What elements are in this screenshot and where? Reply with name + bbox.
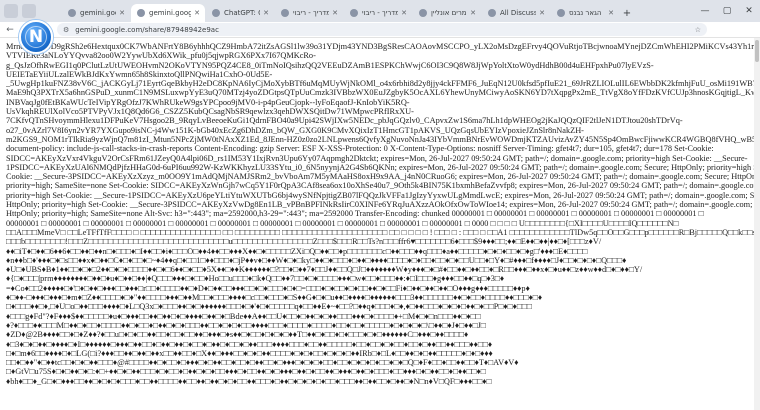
text-line: document-policy: include-js-call-stacks-…: [6, 144, 714, 154]
minimize-button[interactable]: —: [694, 0, 716, 22]
browser-tab[interactable]: הגאר נבנס ✕: [551, 4, 619, 22]
tab-title: הגאר נבנס: [569, 9, 602, 17]
browser-tab[interactable]: All Discussio✕: [482, 4, 550, 22]
text-line: ♦{□♦□□□|prm♦♦♦♦♦♦♦♦□♦♦□♦u♦□♦♦□♦♦|♦Q□□□♦♦…: [6, 274, 505, 284]
tab-close-icon[interactable]: ✕: [263, 9, 269, 17]
tab-title: מדריך - ריבוי: [362, 9, 399, 17]
browser-tab[interactable]: מהמרים אונליין✕: [413, 4, 481, 22]
tab-favicon-icon: [419, 9, 427, 17]
tab-title: ChatGPT: Ch: [224, 9, 260, 17]
close-window-button[interactable]: ✕: [738, 0, 760, 22]
profile-icon[interactable]: [4, 4, 18, 18]
tab-favicon-icon: [557, 9, 565, 17]
tab-favicon-icon: [350, 9, 358, 17]
text-line: 7CKfvQTnSHvoymmHlexu1DFPuKeV7Hsgoo2B_9Rq…: [6, 116, 683, 126]
text-line: ♦U□♦UBS♦B♦1♦♦□□♦□♦□2♦♦□♦□♦□□□□♦♦□♦□6♦♦□♦…: [6, 265, 643, 275]
browser-tab[interactable]: מדריך - ריבוי ✕: [344, 4, 412, 22]
text-line: HttpOnly; priority=high; SameSite=none A…: [6, 209, 704, 219]
new-tab-button[interactable]: +: [620, 4, 634, 22]
tab-title: מהמרים אונליין: [431, 9, 467, 17]
text-line: ♦ZD♦@2B♦♦♦♦□□♦□♦Z♦♦?♦□□u□♦□♦□□♦♦□□♦□□♦□□…: [6, 330, 469, 340]
text-line: m2KGS9_NOM1rTIkRia9yzWjnQ7m81zI_Mtun5NPc…: [6, 134, 754, 144]
text-line: ♦?♦□□□♦♦□□□M□♦♦□♦□□♦□□□□♦♦□♦□□♦□♦♦□♦□♦□□…: [6, 320, 486, 330]
raw-response-text: Mrndz86K74D9gRSh2e6Hextqux0CK7WbANFrtY8B…: [6, 42, 754, 404]
text-line: =♦Co♦□□2♦♦♦♦♦□♦'□♦□♦♦□♦♦♦□□♦♦♦□r□□♦□□□□♦…: [6, 283, 530, 293]
text-line: ♦□♦♦-□♦♦♦□♦♦♦□♦m♦□Z♦♦□□□□♦□♦"♦♦□□□□♦♦♦□♦…: [6, 293, 543, 303]
browser-tab[interactable]: gemini.googl✕: [131, 4, 205, 22]
text-line: ♦n♦♦b□♦'♦♦♦□♦□s□□♦♦x♦□♦♦□C♦□♦□□♦□~♦4♦♦q□…: [6, 255, 627, 265]
tab-favicon-icon: [212, 9, 220, 17]
tab-favicon-icon: [68, 9, 76, 17]
address-bar[interactable]: ⚙ gemini.google.com/share/87948942e9ac ☆: [57, 23, 707, 36]
text-line: □♦□□□♦♦□♦,□♦U□o□♦♦□□□♦♦♦♦□♦L□Q3x□♦□□□♦♦□…: [6, 302, 532, 312]
tab-list: gemini.googl✕gemini.googl✕ChatGPT: Ch✕מד…: [62, 0, 620, 22]
text-line: Cookie: __Secure-3PSIDCC=AKEyXzXzyz_m0OO…: [6, 172, 754, 182]
tab-title: מדריך - ריבוי: [293, 9, 330, 17]
tab-favicon-icon: [137, 9, 145, 17]
tab-title: All Discussio: [500, 9, 537, 17]
text-line: _5UwgHp1kuFNZ38vV6C_jACKGyLj71EyrtGqeBkb…: [6, 79, 754, 89]
text-line: □♦GtV□u75S♦□♦□♦♦□♦□:♦□+♦♦□♦□♦♦□□□♦□♦□□♦□…: [6, 367, 486, 377]
tab-close-icon[interactable]: ✕: [119, 9, 125, 17]
tab-close-icon[interactable]: ✕: [194, 9, 200, 17]
text-line: HttpOnly; priority=high Set-Cookie: __Se…: [6, 200, 754, 210]
site-info-icon[interactable]: ⚙: [63, 26, 69, 34]
text-line: UsVkqhREUlXolVco5PTVPyVJx1Q8Qd6G6_CSZZ5K…: [6, 107, 414, 117]
text-line: ♦□□□g♦Fd"?♦F♦♦♦$♦♦□□□□□♦u♦□♦♦♦□□♦♦□♦♦□♦□…: [6, 311, 481, 321]
app-logo: N: [19, 20, 53, 54]
tab-close-icon[interactable]: ✕: [539, 9, 545, 17]
text-line: □□A□□□MmeV□ □□LeTFfTfF□□□□ □ □□□□□□□□□□□…: [6, 227, 754, 237]
text-line: o27_0vAZrl7V8I6yn2vYR7YXGupo9isNC-j4Ww15…: [6, 125, 584, 135]
text-line: ♦bh♦□□♦_G□♦□♦♦♦□□♦♦□♦□♦□♦□□□♦□□♦♦□□□□♦♦□…: [6, 376, 492, 386]
browser-tab[interactable]: ChatGPT: Ch✕: [206, 4, 274, 22]
tab-close-icon[interactable]: ✕: [470, 9, 476, 17]
text-line: priority=high; SameSite=none Set-Cookie:…: [6, 181, 754, 191]
tab-favicon-icon: [488, 9, 496, 17]
tab-favicon-icon: [281, 9, 289, 17]
tab-strip-lead: [0, 0, 62, 22]
address-toolbar: ← → ↻ ⚙ gemini.google.com/share/87948942…: [0, 22, 760, 38]
text-line: SIDCC=AKEyXzVxr4VkguV2OrCsFRm61JZeyQ0A4l…: [6, 153, 748, 163]
text-line: 00000001 □ 00000001 □ 00000001 □ 0000000…: [6, 218, 679, 228]
back-button[interactable]: ←: [3, 23, 17, 37]
text-line: UEIETaEYiiULzalEWkBJdKxYwmn65h8SkinxtoQl…: [6, 69, 273, 79]
text-line: VTVIERe3aNLoYYQvva82oo0W2YywUbXd6XWik_pf…: [6, 51, 316, 61]
maximize-button[interactable]: ▢: [716, 0, 738, 22]
text-line: ♦♦□iT♦□♦♦□6♦♦6♦□□♦♦□♦♦n□♦□□□♦□I♦♦□□♦i♦□□…: [6, 246, 588, 256]
text-line: g_QsJzOfhRwEGI1q0PClutLzUtUWEOHvmN2OKoVT…: [6, 60, 654, 70]
window-controls: — ▢ ✕: [694, 0, 760, 22]
text-line: priority=high Set-Cookie: __Secure-1PSID…: [6, 190, 754, 200]
tab-strip: gemini.googl✕gemini.googl✕ChatGPT: Ch✕מד…: [0, 0, 760, 22]
text-line: ♦□3♦□♦□♦♦□♦♦♦♦□♦I□♦♦♦♦♦♦□♦♦♦□♦♦□□♦□♦♦□♦♦…: [6, 339, 493, 349]
text-line: □□♦□♦♦"♦□♦♦tc□□♦□♦□♦♦□□□♦@#□□□□♦♦□♦□□♦□♦…: [6, 358, 519, 368]
text-line: INBVaqJg0fEtBKaWUcTeIVipYRgOfzJ7KWhRUkeW…: [6, 97, 410, 107]
browser-tab[interactable]: מדריך - ריבוי ✕: [275, 4, 343, 22]
text-line: □□□b□□□□□□□□!□□□Z□□□□□□□□□□□□□□□□□□□□□□□…: [6, 237, 602, 247]
tab-close-icon[interactable]: ✕: [401, 9, 407, 17]
bookmark-star-icon[interactable]: ☆: [695, 26, 701, 34]
text-line: Mrndz86K74D9gRSh2e6Hextqux0CK7WbANFrtY8B…: [6, 42, 754, 51]
scrollbar-thumb[interactable]: [755, 40, 759, 62]
address-text[interactable]: gemini.google.com/share/87948942e9ac: [75, 26, 219, 34]
tab-title: gemini.googl: [80, 9, 116, 17]
tab-close-icon[interactable]: ✕: [332, 9, 338, 17]
tab-title: gemini.googl: [149, 9, 192, 17]
tab-search-icon[interactable]: [22, 4, 36, 18]
tab-close-icon[interactable]: ✕: [608, 9, 614, 17]
logo-ring: [25, 26, 47, 48]
text-line: MaE9hQ3PXTrX5a6hnGSPuD_xunmC1N9MSLuxwpYy…: [6, 88, 754, 98]
vertical-scrollbar[interactable]: [754, 38, 760, 410]
browser-tab[interactable]: gemini.googl✕: [62, 4, 130, 22]
text-line: 1PSIDCC=AKEyXzUAl6NMQdPjfzHHaG0d-6uPI6uu…: [6, 162, 754, 172]
text-line: □♦□m♦6□□♦♦♦♦□♦□LG(□i?♦♦♦□□♦♦□♦♦□♦♦x□□♦♦□…: [6, 348, 493, 358]
